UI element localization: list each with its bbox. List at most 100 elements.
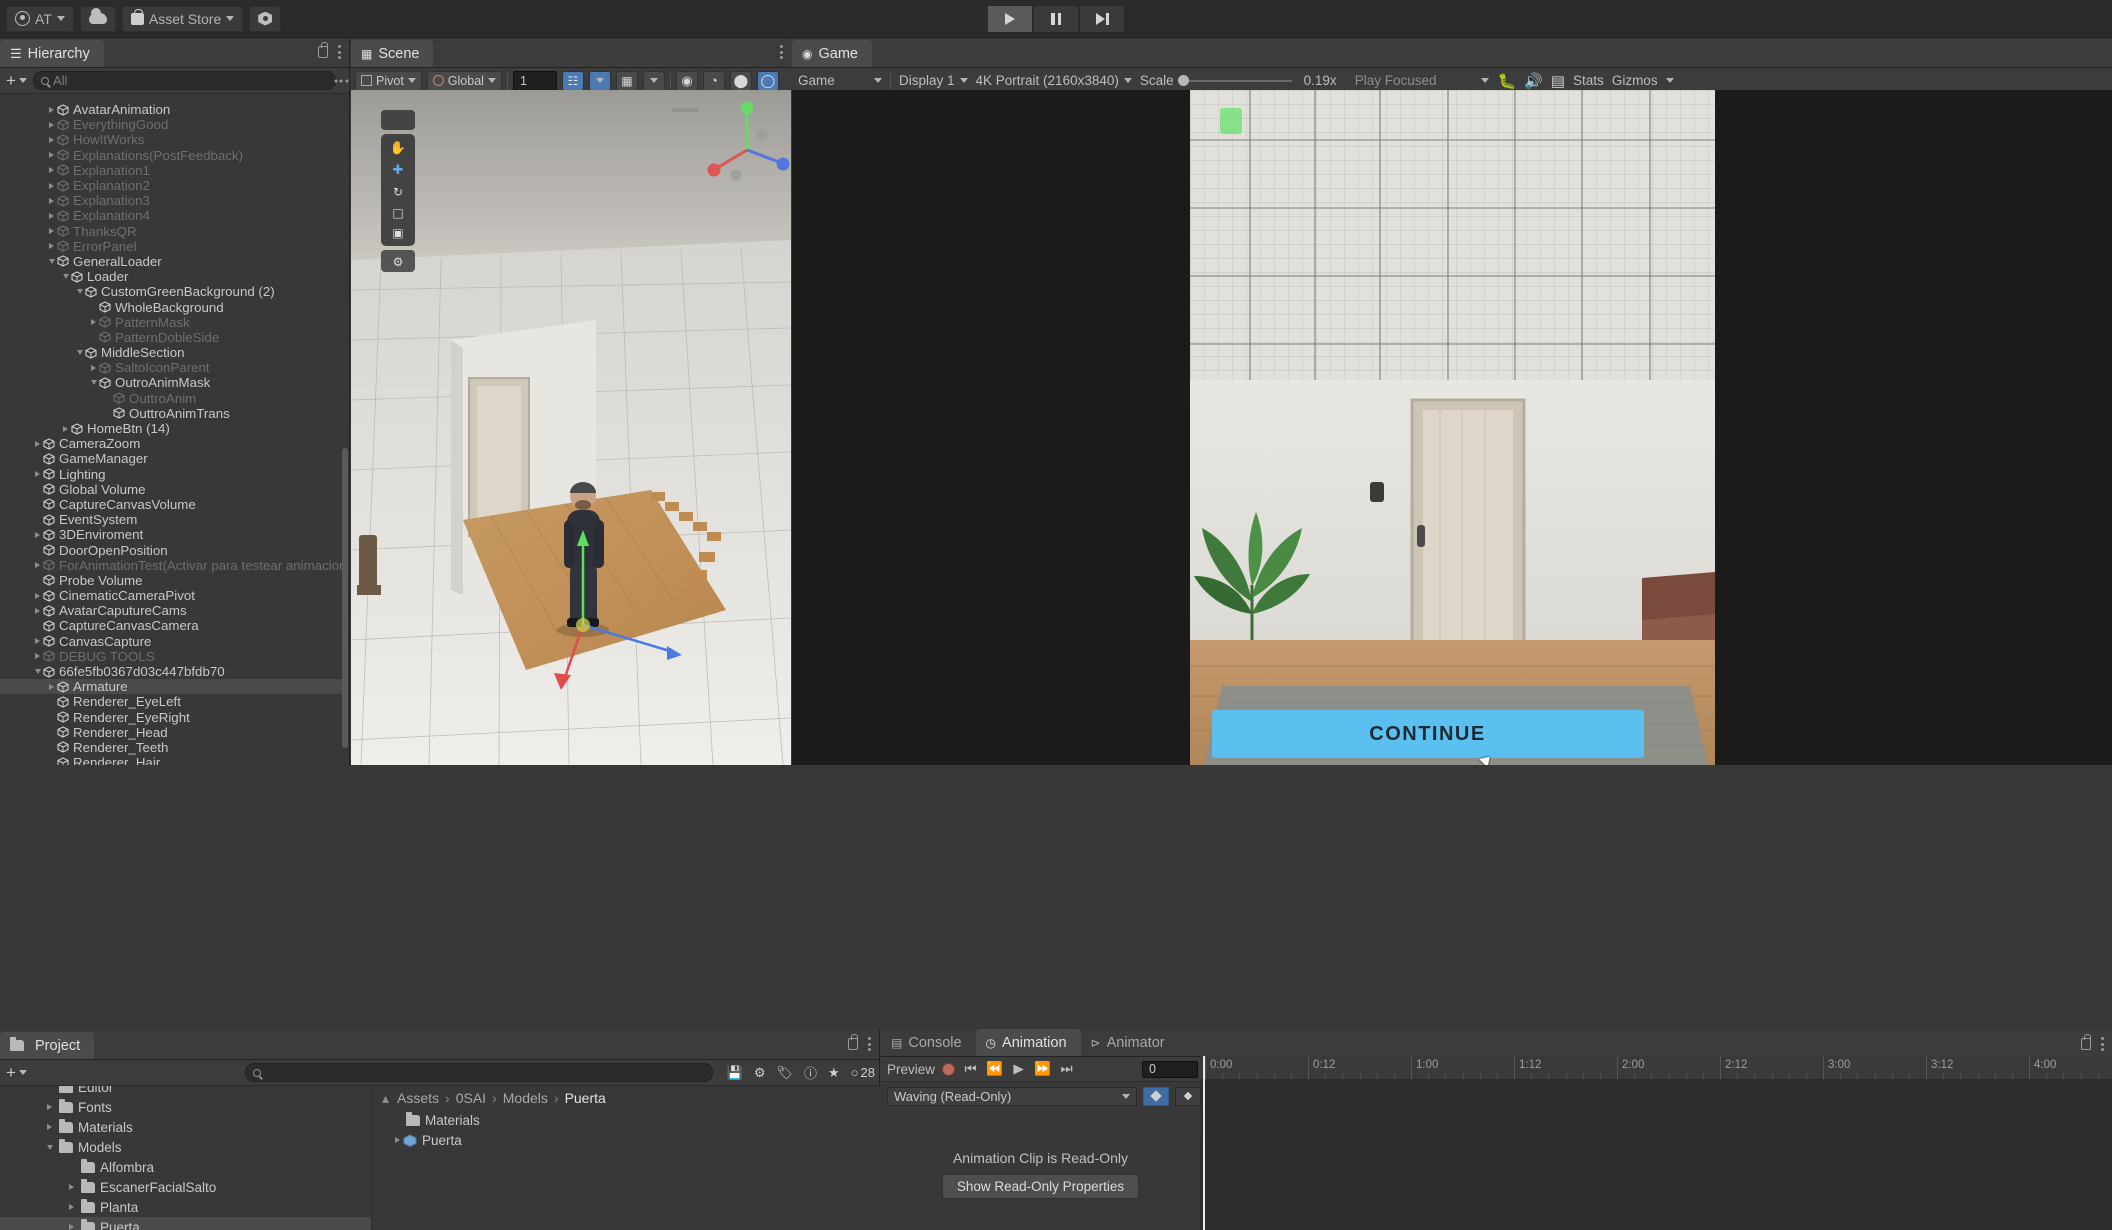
hierarchy-item[interactable]: Lighting [0,467,344,482]
more-options-icon[interactable] [780,45,783,59]
game-viewport[interactable]: CONTINUE [792,90,2112,765]
project-tree-item[interactable]: Materials [0,1117,371,1137]
chevron-right-icon[interactable] [32,471,43,477]
chevron-down-icon[interactable] [74,350,85,355]
hierarchy-item[interactable]: CanvasCapture [0,634,344,649]
chevron-right-icon[interactable] [32,532,43,538]
hierarchy-item[interactable]: Global Volume [0,482,344,497]
timeline-ruler[interactable]: 0:00 0:12 1:00 1:12 2:00 2:12 3:00 3:12 4:00 [1201,1056,2112,1080]
chevron-right-icon[interactable] [46,137,57,143]
layers-dropdown[interactable] [642,70,665,91]
bug-icon[interactable]: 🐛 [1497,72,1516,90]
hierarchy-item[interactable]: Loader [0,269,344,284]
hierarchy-item[interactable]: GeneralLoader [0,254,344,269]
settings-button[interactable] [249,5,282,32]
asset-store-button[interactable]: Asset Store [121,5,244,32]
layers-button[interactable]: ▦ [615,70,638,91]
project-tree-item[interactable]: Planta [0,1197,371,1217]
stats-button[interactable]: Stats [1573,73,1604,88]
pivot-toggle-button[interactable]: Pivot [355,70,422,91]
hierarchy-item[interactable]: OuttroAnim [0,391,344,406]
hierarchy-item[interactable]: PatternMask [0,315,344,330]
project-search-input[interactable] [244,1063,713,1082]
hierarchy-item[interactable]: HowItWorks [0,132,344,147]
more-options-icon[interactable] [338,45,341,59]
hierarchy-item[interactable]: AvatarCaputureCams [0,603,344,618]
hierarchy-item[interactable]: Explanations(PostFeedback) [0,148,344,163]
hierarchy-search-input[interactable]: All [32,71,336,90]
hierarchy-item[interactable]: ThanksQR [0,224,344,239]
hierarchy-item[interactable]: OutroAnimMask [0,375,344,390]
chevron-right-icon[interactable] [46,243,57,249]
playmode-dropdown[interactable]: Play Focused [1355,73,1490,88]
hierarchy-item[interactable]: CinematicCameraPivot [0,588,344,603]
tab-animator[interactable]: ⊳ Animator [1080,1029,1179,1056]
grid-snap-dropdown[interactable] [588,70,611,91]
dopesheet-area[interactable] [1201,1080,2112,1230]
record-button[interactable] [942,1062,956,1076]
chevron-right-icon[interactable] [32,608,43,614]
first-frame-button[interactable]: ⏮ [962,1061,979,1077]
timeline-playhead[interactable] [1203,1056,1205,1230]
chevron-down-icon[interactable] [1665,78,1674,83]
tab-console[interactable]: ▤ Console [881,1029,976,1056]
aspect-icon[interactable]: ▤ [1551,72,1565,90]
hierarchy-item[interactable]: EverythingGood [0,117,344,132]
scene-gizmo-sphere-button[interactable]: ◯ [756,70,779,91]
chevron-right-icon[interactable] [60,426,71,432]
chevron-down-icon[interactable] [88,380,99,385]
next-frame-button[interactable]: ⏩ [1034,1061,1051,1077]
hierarchy-item[interactable]: Renderer_Head [0,725,344,740]
display-dropdown[interactable]: Display 1 [899,73,968,88]
project-tree-item[interactable]: Puerta [0,1217,371,1230]
more-options-icon[interactable] [2101,1037,2104,1051]
scene-audio-button[interactable]: ◔ [702,70,725,91]
hierarchy-item[interactable]: CaptureCanvasVolume [0,497,344,512]
breadcrumb[interactable]: ▴ Assets › 0SAI › Models › Puerta [372,1086,880,1110]
add-keyframe-button[interactable] [1143,1086,1169,1106]
chevron-right-icon[interactable] [88,365,99,371]
chevron-right-icon[interactable] [46,228,57,234]
hierarchy-item[interactable]: Explanation4 [0,208,344,223]
create-object-button[interactable]: + [4,71,29,91]
chevron-right-icon[interactable] [66,1184,77,1190]
chevron-down-icon[interactable] [74,289,85,294]
breadcrumb-item[interactable]: Models [503,1090,548,1106]
more-options-icon[interactable] [868,1037,871,1051]
hierarchy-item[interactable]: GameManager [0,451,344,466]
grid-size-input[interactable]: 1 [512,70,557,91]
project-tree-item[interactable]: Fonts [0,1097,371,1117]
gizmos-button[interactable]: Gizmos [1612,73,1658,88]
global-toggle-button[interactable]: Global [426,70,502,91]
step-button[interactable] [1079,5,1125,33]
lock-icon[interactable] [318,42,328,58]
hierarchy-item[interactable]: Renderer_Teeth [0,740,344,755]
hierarchy-item[interactable]: DoorOpenPosition [0,542,344,558]
project-folder-tree[interactable]: Editor Fonts Materials Models Alfombra Escane… [0,1086,372,1230]
chevron-right-icon[interactable] [88,319,99,325]
hierarchy-item[interactable]: Renderer_Hair [0,755,344,765]
chevron-right-icon[interactable] [44,1104,55,1110]
tab-scene[interactable]: ▦ Scene [351,40,434,67]
chevron-down-icon[interactable] [44,1145,55,1150]
project-tree-item[interactable]: Editor [0,1086,371,1097]
chevron-right-icon[interactable] [46,183,57,189]
chevron-right-icon[interactable] [32,593,43,599]
grid-snap-button[interactable]: ☷ [561,70,584,91]
hierarchy-item[interactable]: 3DEnviroment [0,527,344,542]
breadcrumb-item[interactable]: Assets [397,1090,439,1106]
scene-viewport[interactable]: ✋ ✚ ↻ □ ▣ ⚙ [351,90,791,765]
label-filter-icon[interactable]: 🏷 [776,1065,793,1081]
project-tree-item[interactable]: EscanerFacialSalto [0,1177,371,1197]
hierarchy-item[interactable]: MiddleSection [0,345,344,360]
chevron-right-icon[interactable] [32,638,43,644]
hierarchy-item[interactable]: ErrorPanel [0,239,344,254]
lock-icon[interactable] [848,1034,858,1050]
account-button[interactable]: AT [6,5,74,32]
hierarchy-item[interactable]: Probe Volume [0,573,344,588]
chevron-right-icon[interactable] [46,152,57,158]
hierarchy-item[interactable]: Explanation2 [0,178,344,193]
hierarchy-tree[interactable]: AvatarAnimation EverythingGood HowItWorks E… [0,102,344,765]
hierarchy-item[interactable]: CustomGreenBackground (2) [0,284,344,299]
hierarchy-item[interactable]: OuttroAnimTrans [0,406,344,421]
